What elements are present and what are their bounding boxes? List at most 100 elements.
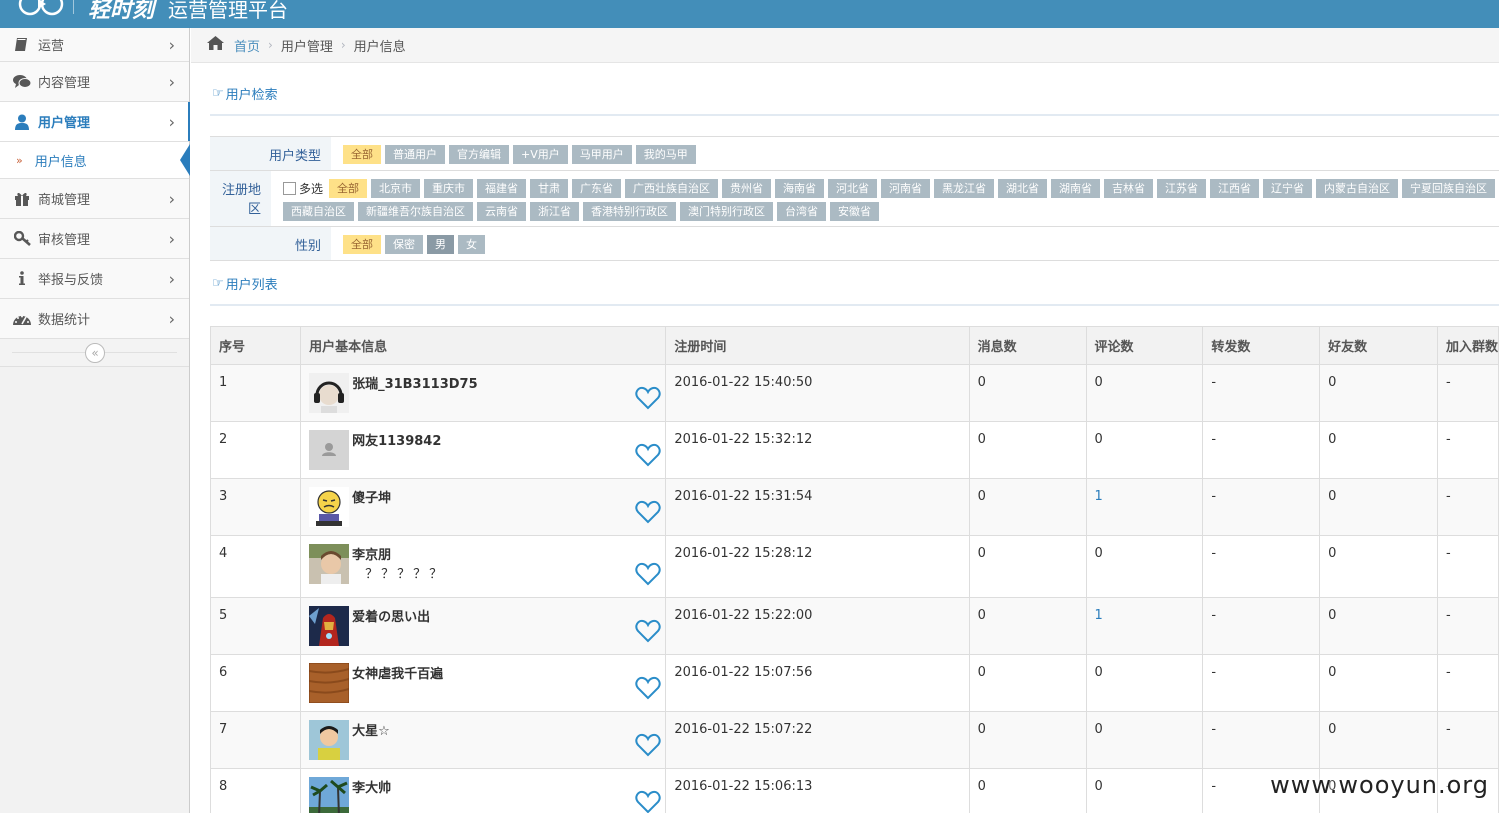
filter-tag[interactable]: 辽宁省 — [1263, 179, 1312, 198]
filter-tag[interactable]: 河北省 — [828, 179, 877, 198]
heart-icon[interactable] — [635, 676, 661, 700]
heart-icon[interactable] — [635, 500, 661, 524]
filter-tag[interactable]: 我的马甲 — [635, 145, 696, 164]
user-name[interactable]: 李京朋 — [352, 544, 391, 563]
multi-select-checkbox[interactable]: 多选 — [282, 179, 323, 198]
filter-tag[interactable]: 浙江省 — [529, 202, 579, 221]
filter-tag[interactable]: 西藏自治区 — [282, 202, 354, 221]
user-name[interactable]: 张瑞_31B3113D75 — [352, 373, 478, 392]
user-avatar[interactable] — [309, 606, 350, 646]
cell-userinfo: 爱着の思い出 — [300, 597, 667, 655]
filter-tag[interactable]: 安徽省 — [829, 202, 879, 221]
sidebar-item-label: 运营 — [38, 39, 65, 54]
filter-tag[interactable]: 吉林省 — [1104, 179, 1153, 198]
column-header-no[interactable]: 序号 — [209, 326, 302, 365]
filter-tag[interactable]: 云南省 — [476, 202, 526, 221]
user-avatar[interactable] — [309, 663, 350, 703]
filter-tag[interactable]: 贵州省 — [722, 179, 771, 198]
sidebar-item-content[interactable]: 内容管理 › — [0, 62, 189, 102]
heart-icon[interactable] — [635, 443, 661, 467]
user-avatar[interactable] — [309, 720, 350, 760]
breadcrumb-home-link[interactable]: 首页 — [234, 36, 260, 55]
user-avatar[interactable] — [309, 373, 350, 413]
comments-count-link[interactable]: 1 — [1095, 608, 1103, 623]
filter-tag[interactable]: 男 — [427, 235, 454, 254]
user-avatar[interactable] — [309, 777, 350, 813]
filter-tag[interactable]: 新疆维吾尔族自治区 — [357, 202, 473, 221]
table-row[interactable]: 1 张瑞_31B3113D75 2016-01-22 15:40:50 0 0 … — [209, 364, 1499, 422]
table-row[interactable]: 5 爱着の思い出 2016-01-22 15:22:00 0 1 - 0 - — [209, 597, 1499, 655]
sidebar-collapse-button[interactable]: « — [85, 343, 105, 363]
default-avatar-icon[interactable] — [309, 430, 350, 470]
sidebar-subitem-user-info[interactable]: » 用户信息 — [0, 142, 190, 179]
sidebar-item-statistics[interactable]: 数据统计 › — [0, 299, 189, 339]
sidebar-item-operations[interactable]: 运营 › — [0, 28, 189, 62]
filter-tag[interactable]: 澳门特别行政区 — [679, 202, 773, 221]
cell-regtime: 2016-01-22 15:06:13 — [665, 768, 970, 813]
cell-forwards: - — [1202, 478, 1321, 536]
filter-tag[interactable]: 女 — [458, 235, 485, 254]
column-header-comments[interactable]: 评论数 — [1085, 326, 1204, 365]
filter-tag[interactable]: 河南省 — [881, 179, 930, 198]
filter-tag[interactable]: 湖南省 — [1051, 179, 1100, 198]
column-header-messages[interactable]: 消息数 — [968, 326, 1087, 365]
filter-tag[interactable]: +V用户 — [513, 145, 568, 164]
filter-tag[interactable]: 广西壮族自治区 — [625, 179, 718, 198]
user-name[interactable]: 大星☆ — [352, 720, 390, 739]
heart-icon[interactable] — [635, 386, 661, 410]
filter-tag[interactable]: 北京市 — [371, 179, 420, 198]
cell-comments[interactable]: 1 — [1085, 597, 1204, 655]
filter-tag[interactable]: 甘肃 — [530, 179, 568, 198]
filter-tag[interactable]: 江西省 — [1210, 179, 1259, 198]
table-row[interactable]: 3 傻子坤 2016-01-22 15:31:54 0 1 - 0 - — [209, 478, 1499, 536]
user-avatar[interactable] — [309, 487, 350, 527]
heart-icon[interactable] — [635, 619, 661, 643]
user-name[interactable]: 李大帅 — [352, 777, 391, 796]
sidebar-item-mall[interactable]: 商城管理 › — [0, 179, 189, 219]
filter-tag[interactable]: 重庆市 — [424, 179, 473, 198]
cell-userinfo: 傻子坤 — [300, 478, 667, 536]
filter-tag[interactable]: 福建省 — [477, 179, 526, 198]
sidebar-item-report[interactable]: 举报与反馈 › — [0, 259, 189, 299]
checkbox-box[interactable] — [282, 182, 296, 195]
user-avatar[interactable] — [309, 544, 350, 584]
comments-count-link[interactable]: 1 — [1095, 489, 1103, 504]
filter-tag[interactable]: 全部 — [329, 179, 367, 198]
column-header-friends[interactable]: 好友数 — [1319, 326, 1438, 365]
filter-tag[interactable]: 全部 — [343, 235, 381, 254]
filter-tag[interactable]: 湖北省 — [998, 179, 1047, 198]
filter-tag[interactable]: 保密 — [385, 235, 423, 254]
filter-tag[interactable]: 黑龙江省 — [934, 179, 994, 198]
filter-tag[interactable]: 广东省 — [572, 179, 621, 198]
column-header-userinfo[interactable]: 用户基本信息 — [300, 326, 667, 365]
filter-tag[interactable]: 普通用户 — [385, 145, 445, 164]
user-name[interactable]: 爱着の思い出 — [352, 606, 430, 625]
column-header-regtime[interactable]: 注册时间 — [665, 326, 970, 365]
filter-tag[interactable]: 宁夏回族自治区 — [1402, 179, 1495, 198]
column-header-forwards[interactable]: 转发数 — [1202, 326, 1321, 365]
filter-tag[interactable]: 全部 — [343, 145, 381, 164]
heart-icon[interactable] — [635, 733, 661, 757]
filter-tag[interactable]: 海南省 — [775, 179, 824, 198]
heart-icon[interactable] — [635, 790, 661, 813]
cell-comments[interactable]: 1 — [1085, 478, 1204, 536]
heart-icon[interactable] — [635, 562, 661, 586]
filter-tag[interactable]: 台湾省 — [776, 202, 826, 221]
table-row[interactable]: 2 网友1139842 2016-01-22 15:32:12 0 0 - 0 … — [209, 421, 1499, 479]
filter-tag[interactable]: 官方编辑 — [449, 145, 509, 164]
filter-tag[interactable]: 内蒙古自治区 — [1316, 179, 1398, 198]
sidebar-item-users[interactable]: 用户管理 › — [0, 102, 190, 142]
sidebar-item-review[interactable]: 审核管理 › — [0, 219, 189, 259]
table-row[interactable]: 6 女神虐我千百遍 2016-01-22 15:07:56 0 0 - 0 - — [209, 654, 1499, 712]
filter-tag[interactable]: 马甲用户 — [571, 145, 632, 164]
user-name[interactable]: 女神虐我千百遍 — [352, 663, 443, 682]
table-row[interactable]: 4 李京朋 ？？？？？ 2016-01-22 15:28:12 0 0 - 0 … — [209, 535, 1499, 598]
table-row[interactable]: 7 大星☆ 2016-01-22 15:07:22 0 0 - 0 - — [209, 711, 1499, 769]
app-brand[interactable]: 轻时刻 运营管理平台 — [88, 0, 288, 24]
user-name[interactable]: 网友1139842 — [352, 430, 441, 449]
filter-tag[interactable]: 香港特别行政区 — [582, 202, 676, 221]
user-name[interactable]: 傻子坤 — [352, 487, 391, 506]
filter-options: 全部 保密 男 女 — [331, 227, 1499, 260]
filter-tag[interactable]: 江苏省 — [1157, 179, 1206, 198]
column-header-groups[interactable]: 加入群数 — [1436, 326, 1499, 365]
